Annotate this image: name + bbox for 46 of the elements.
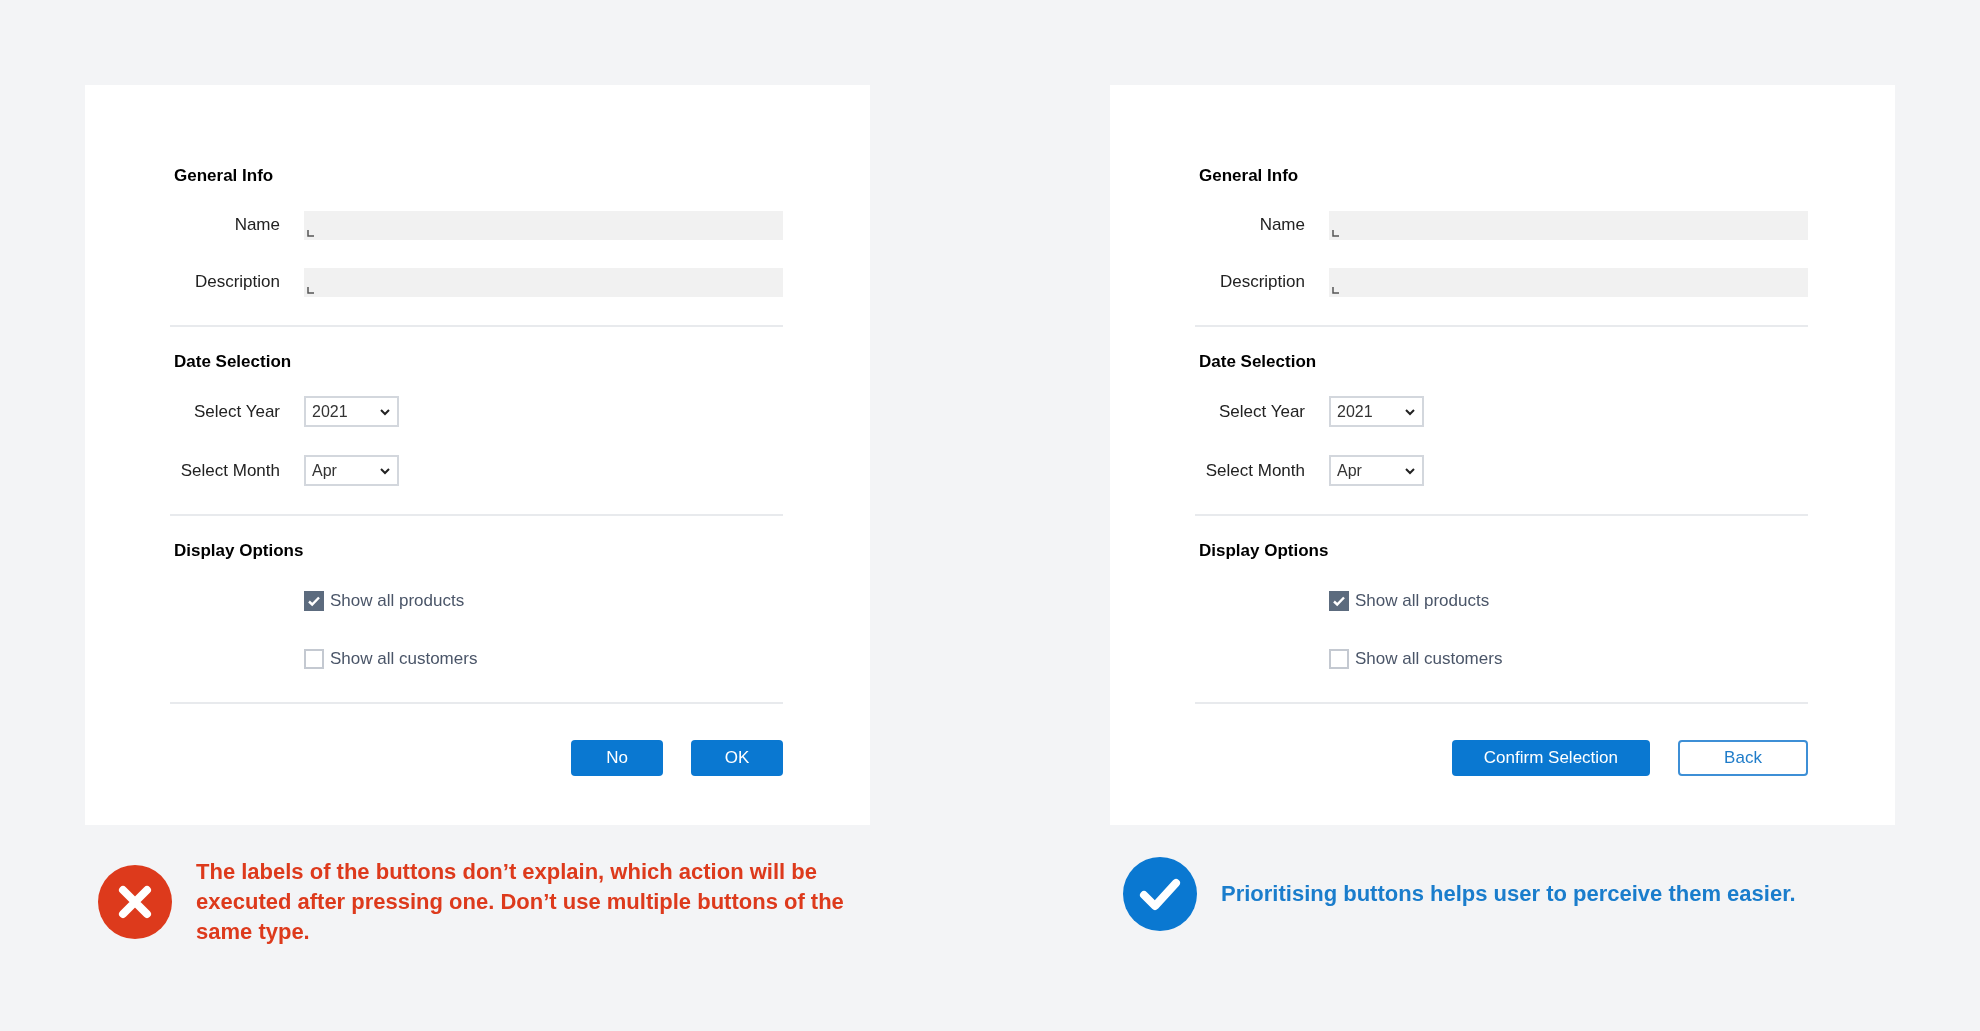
primary-button[interactable]: Confirm Selection [1451,739,1650,776]
section-heading: Date Selection [174,350,293,373]
chevron-down-icon [1404,407,1416,416]
checkmark-icon [1123,857,1197,931]
field-label: Select Year [1218,400,1305,423]
primary-button[interactable]: No [571,739,663,776]
secondary-button[interactable]: Back [1678,739,1808,776]
caption: Prioritising buttons helps user to perceive them easier. [1221,880,1797,908]
section-heading: Display Options [1199,540,1330,562]
checkbox[interactable] [1329,590,1349,611]
field-label: Description [1218,271,1305,294]
checkbox-label: Show all products [330,589,465,612]
field-label: Select Year [193,400,280,423]
primary-button[interactable]: OK [691,739,783,776]
dropdown[interactable]: 2021 [1329,396,1424,427]
checkbox[interactable] [304,590,324,611]
chevron-down-icon [379,407,391,416]
input-field[interactable] [304,210,783,240]
section-heading: General Info [174,165,275,187]
close-icon [98,865,172,939]
checkbox-label: Show all products [1355,589,1490,612]
input-field[interactable] [1329,210,1808,240]
section-heading: General Info [1199,165,1300,187]
dropdown[interactable]: 2021 [304,396,399,427]
caption: The labels of the buttons don’t explain, which action will be executed after pressing one. Don’t use multiple buttons of the same type. [196,858,845,946]
corner-icon [307,286,314,294]
checkbox[interactable] [304,648,324,669]
chevron-down-icon [379,466,391,475]
checkbox-label: Show all customers [1355,647,1503,670]
field-label: Select Month [1204,459,1305,482]
section-heading: Date Selection [1199,350,1318,373]
dropdown[interactable]: Apr [304,455,399,486]
field-label: Description [193,271,280,294]
field-label: Name [1258,214,1305,237]
corner-icon [1332,286,1339,294]
checkbox-label: Show all customers [330,647,478,670]
section-heading: Display Options [174,540,305,562]
field-label: Name [233,214,280,237]
checkbox[interactable] [1329,648,1349,669]
chevron-down-icon [1404,466,1416,475]
input-field[interactable] [1329,267,1808,297]
corner-icon [307,229,314,237]
field-label: Select Month [179,459,280,482]
input-field[interactable] [304,267,783,297]
corner-icon [1332,229,1339,237]
dropdown[interactable]: Apr [1329,455,1424,486]
